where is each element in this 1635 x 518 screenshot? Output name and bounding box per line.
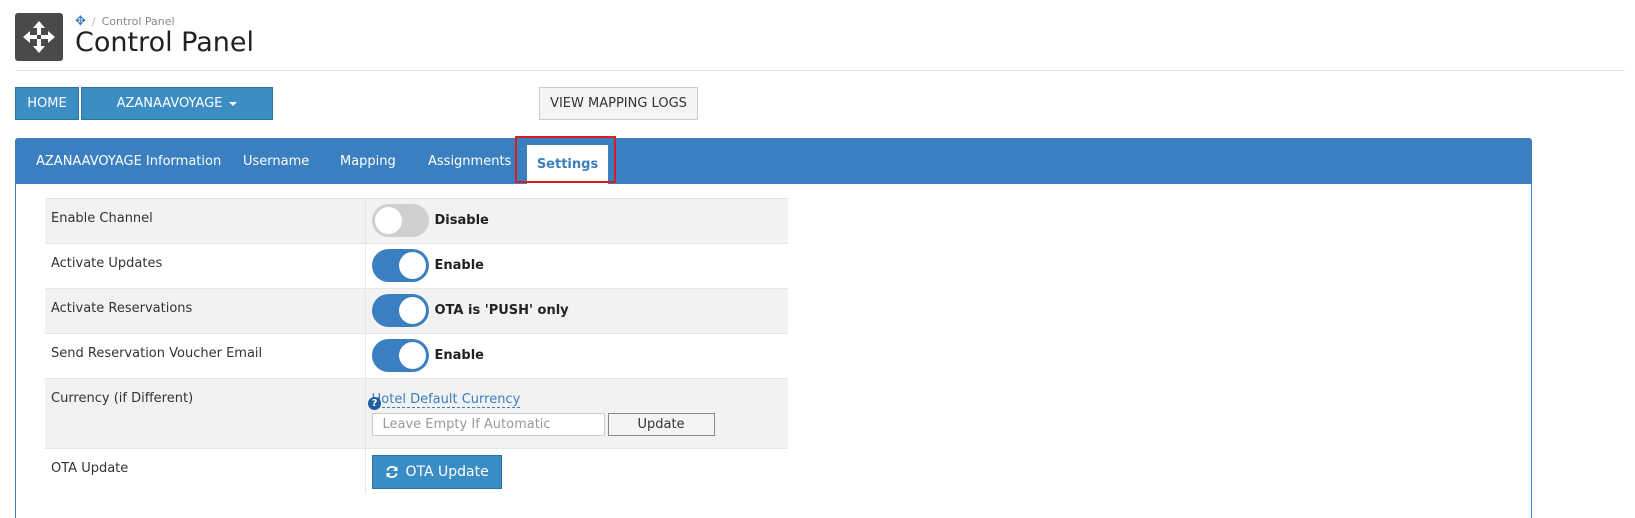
setting-row-enable-channel: Enable Channel Disable xyxy=(45,198,788,244)
hotel-default-currency-link[interactable]: Hotel Default Currency xyxy=(371,392,521,408)
toggle-status: Disable xyxy=(434,213,489,228)
setting-label: Currency (if Different) xyxy=(51,391,194,406)
toggle-status: Enable xyxy=(434,348,485,363)
setting-label: OTA Update xyxy=(45,448,365,494)
setting-row-voucher-email: Send Reservation Voucher Email Enable xyxy=(45,333,788,379)
enable-channel-toggle[interactable] xyxy=(371,204,429,237)
tab-settings[interactable]: Settings xyxy=(527,145,608,184)
channel-panel: AZANAAVOYAGE Information Username Mappin… xyxy=(15,136,1532,518)
tab-assignments[interactable]: Assignments xyxy=(428,139,511,184)
channel-dropdown-button[interactable]: AZANAAVOYAGE xyxy=(81,87,273,120)
view-mapping-logs-button[interactable]: VIEW MAPPING LOGS xyxy=(539,87,698,120)
move-arrows-icon xyxy=(15,13,63,61)
tab-bar: AZANAAVOYAGE Information Username Mappin… xyxy=(16,139,1531,184)
toggle-status: Enable xyxy=(434,258,485,273)
tab-mapping[interactable]: Mapping xyxy=(340,139,396,184)
setting-label: Enable Channel xyxy=(45,198,365,244)
setting-row-activate-updates: Activate Updates Enable xyxy=(45,243,788,289)
caret-down-icon xyxy=(229,101,238,106)
page-title: Control Panel xyxy=(75,27,255,58)
move-arrows-glyph xyxy=(23,21,55,53)
setting-row-ota-update: OTA Update OTA Update xyxy=(45,448,788,494)
setting-row-currency: Currency (if Different) ? Hotel Default … xyxy=(45,378,788,449)
help-icon[interactable]: ? xyxy=(368,397,381,410)
setting-label: Send Reservation Voucher Email xyxy=(45,333,365,379)
ota-update-label: OTA Update xyxy=(405,464,489,480)
home-button[interactable]: HOME xyxy=(15,87,79,120)
setting-label: Activate Reservations xyxy=(45,288,365,334)
setting-label: Activate Updates xyxy=(45,243,365,289)
activate-updates-toggle[interactable] xyxy=(371,249,429,282)
currency-input[interactable] xyxy=(371,413,605,436)
settings-table: Enable Channel Disable Activate Updates … xyxy=(45,198,788,494)
divider xyxy=(15,70,1625,71)
refresh-icon xyxy=(385,465,398,479)
tab-username[interactable]: Username xyxy=(243,139,309,184)
activate-reservations-toggle[interactable] xyxy=(371,294,429,327)
channel-dropdown-label: AZANAAVOYAGE xyxy=(116,96,223,111)
ota-update-button[interactable]: OTA Update xyxy=(371,455,502,489)
update-button[interactable]: Update xyxy=(607,413,715,436)
tab-information[interactable]: AZANAAVOYAGE Information xyxy=(36,139,221,184)
voucher-email-toggle[interactable] xyxy=(371,339,429,372)
toggle-status: OTA is 'PUSH' only xyxy=(434,303,569,318)
setting-row-activate-reservations: Activate Reservations OTA is 'PUSH' only xyxy=(45,288,788,334)
